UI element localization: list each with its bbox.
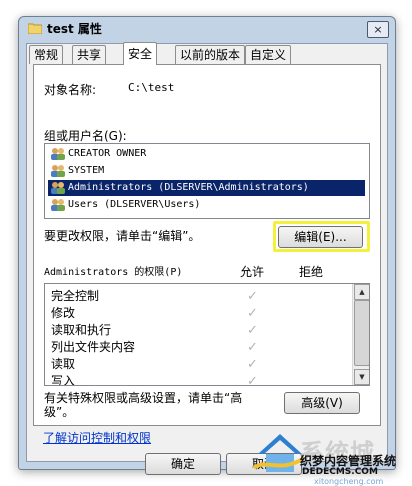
list-item-label: Users (DLSERVER\Users) bbox=[68, 199, 201, 210]
scroll-up-icon[interactable]: ▲ bbox=[354, 284, 369, 300]
permission-row: 读取和执行 ✓ bbox=[51, 322, 341, 339]
security-panel: 对象名称: C:\test 组或用户名(G): CREATOR OWNER SY… bbox=[33, 64, 381, 426]
watermark-line3: xitongcheng.com bbox=[314, 477, 384, 486]
permission-name: 写入 bbox=[51, 374, 76, 386]
scroll-thumb[interactable] bbox=[354, 300, 369, 366]
tab-previous-versions[interactable]: 以前的版本 bbox=[175, 45, 246, 64]
permission-row: 列出文件夹内容 ✓ bbox=[51, 339, 341, 356]
allow-check-icon: ✓ bbox=[247, 357, 258, 372]
dialog-client-area: 常规 共享 安全 以前的版本 自定义 对象名称: C:\test 组或用户名(G… bbox=[26, 42, 388, 475]
permissions-label: Administrators 的权限(P) bbox=[44, 267, 183, 278]
users-icon bbox=[51, 182, 65, 194]
special-permissions-hint-line2: 级”。 bbox=[44, 405, 75, 419]
users-icon bbox=[51, 199, 65, 211]
permission-row: 写入 ✓ bbox=[51, 373, 341, 386]
list-item-label: SYSTEM bbox=[68, 165, 105, 176]
allow-check-icon: ✓ bbox=[247, 289, 258, 304]
deny-column-header: 拒绝 bbox=[299, 265, 324, 279]
properties-dialog: test 属性 × 常规 共享 安全 以前的版本 自定义 对象名称: C:\te… bbox=[18, 16, 396, 475]
window-title: test 属性 bbox=[47, 22, 102, 36]
tab-customize[interactable]: 自定义 bbox=[245, 45, 292, 64]
list-item-creator-owner[interactable]: CREATOR OWNER bbox=[48, 146, 365, 162]
edit-button[interactable]: 编辑(E)... bbox=[278, 226, 363, 248]
allow-check-icon: ✓ bbox=[247, 306, 258, 321]
permission-name: 列出文件夹内容 bbox=[51, 340, 136, 354]
group-user-list[interactable]: CREATOR OWNER SYSTEM Administrators (DLS… bbox=[44, 143, 370, 219]
users-icon bbox=[51, 148, 65, 160]
list-item-system[interactable]: SYSTEM bbox=[48, 163, 365, 179]
edit-hint-text: 要更改权限，请单击“编辑”。 bbox=[44, 229, 201, 243]
permission-row: 读取 ✓ bbox=[51, 356, 341, 373]
tab-security[interactable]: 安全 bbox=[123, 42, 158, 65]
permission-row: 完全控制 ✓ bbox=[51, 288, 341, 305]
tab-general[interactable]: 常规 bbox=[29, 45, 64, 64]
watermark-logo-icon bbox=[252, 434, 306, 472]
watermark-line2: DEDECMS.COM bbox=[302, 467, 378, 477]
ok-button[interactable]: 确定 bbox=[145, 453, 221, 475]
groups-label: 组或用户名(G): bbox=[44, 129, 127, 143]
title-bar[interactable]: test 属性 × bbox=[19, 17, 395, 39]
permission-name: 完全控制 bbox=[51, 289, 100, 303]
permission-name: 修改 bbox=[51, 306, 76, 320]
allow-column-header: 允许 bbox=[240, 265, 265, 279]
advanced-button[interactable]: 高级(V) bbox=[284, 392, 360, 414]
allow-check-icon: ✓ bbox=[247, 340, 258, 355]
close-button[interactable]: × bbox=[367, 21, 389, 38]
list-item-administrators[interactable]: Administrators (DLSERVER\Administrators) bbox=[48, 180, 365, 196]
scroll-down-icon[interactable]: ▼ bbox=[354, 369, 369, 385]
list-item-label: CREATOR OWNER bbox=[68, 148, 147, 159]
permission-name: 读取和执行 bbox=[51, 323, 112, 337]
tab-sharing[interactable]: 共享 bbox=[72, 45, 107, 64]
users-icon bbox=[51, 165, 65, 177]
permission-row: 修改 ✓ bbox=[51, 305, 341, 322]
allow-check-icon: ✓ bbox=[247, 323, 258, 338]
object-name-label: 对象名称: bbox=[44, 83, 97, 97]
allow-check-icon: ✓ bbox=[247, 374, 258, 386]
permission-name: 读取 bbox=[51, 357, 76, 371]
permissions-scrollbar[interactable]: ▲ ▼ bbox=[352, 284, 369, 385]
list-item-label: Administrators (DLSERVER\Administrators) bbox=[68, 182, 309, 193]
learn-access-control-link[interactable]: 了解访问控制和权限 bbox=[43, 429, 151, 446]
folder-icon bbox=[28, 23, 42, 34]
object-name-value: C:\test bbox=[128, 81, 175, 94]
list-item-users[interactable]: Users (DLSERVER\Users) bbox=[48, 197, 365, 213]
permissions-list: 完全控制 ✓ 修改 ✓ 读取和执行 ✓ 列出文件夹内容 ✓ 读取 ✓ 写入 ✓ … bbox=[44, 283, 370, 386]
